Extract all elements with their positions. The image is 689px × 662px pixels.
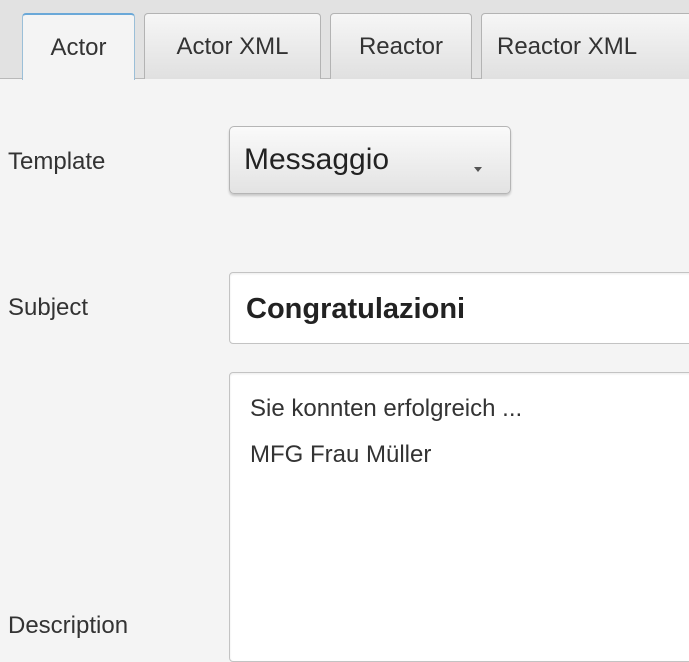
chevron-down-icon[interactable] <box>474 167 482 172</box>
template-combobox-value: Messaggio <box>244 143 390 176</box>
tab-reactor-label: Reactor <box>358 32 444 60</box>
description-label: Description <box>8 612 129 639</box>
tab-reactor-xml-label: Reactor XML <box>497 32 638 60</box>
subject-label: Subject <box>8 294 89 321</box>
tab-reactor-xml[interactable]: Reactor XML <box>481 13 689 79</box>
description-textarea[interactable]: Sie konnten erfolgreich ... MFG Frau Mül… <box>229 372 689 662</box>
template-combobox[interactable]: Messaggio <box>229 126 511 194</box>
tab-bar: Actor Actor XML Reactor Reactor XML <box>0 0 689 80</box>
description-line: MFG Frau Müller <box>250 441 432 468</box>
tab-actor-xml-label: Actor XML <box>176 32 289 60</box>
description-line: Sie konnten erfolgreich ... <box>250 395 523 422</box>
subject-value: Congratulazioni <box>246 293 466 325</box>
tab-actor[interactable]: Actor <box>22 13 135 80</box>
tab-reactor[interactable]: Reactor <box>330 13 472 79</box>
tab-actor-label: Actor <box>50 33 107 61</box>
subject-field[interactable]: Congratulazioni <box>229 272 689 344</box>
tab-actor-xml[interactable]: Actor XML <box>144 13 321 79</box>
template-label: Template <box>8 148 106 175</box>
